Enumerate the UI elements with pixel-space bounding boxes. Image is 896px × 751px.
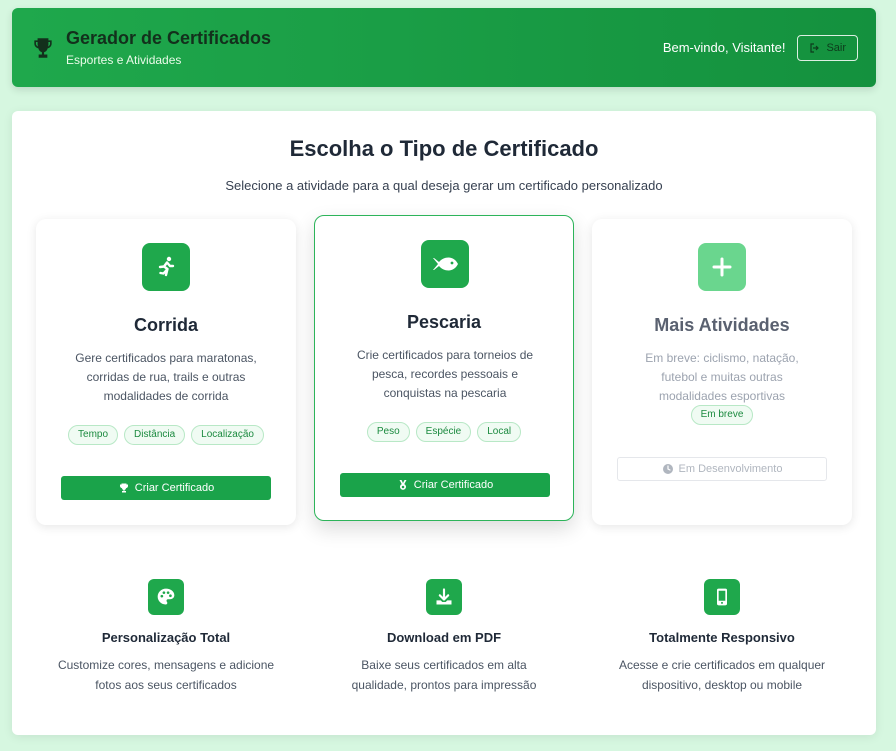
logout-button[interactable]: Sair — [797, 34, 858, 61]
card-title: Corrida — [133, 315, 198, 335]
card-title: Pescaria — [406, 312, 482, 332]
tag: Distância — [124, 425, 186, 445]
tag: Peso — [366, 422, 410, 442]
plus-icon — [712, 257, 732, 277]
page-title: Escolha o Tipo de Certificado — [289, 136, 599, 161]
trophy-icon — [34, 37, 52, 58]
status-badge: Em breve — [690, 405, 754, 425]
feature-title: Personalização Total — [101, 630, 231, 645]
feature-description: Customize cores, mensagens e adicione fo… — [57, 658, 275, 692]
download-icon — [436, 588, 452, 605]
card-icon-box — [142, 243, 190, 291]
card-description: Em breve: ciclismo, natação, futebol e m… — [645, 351, 799, 403]
palette-icon — [157, 588, 175, 605]
fish-icon — [433, 257, 458, 271]
clock-icon — [662, 464, 673, 474]
feature-icon-box — [148, 579, 184, 615]
app-subtitle: Esportes e Atividades — [66, 53, 182, 67]
card-pescaria: Pescaria Crie certificados para torneios… — [314, 215, 574, 521]
tag: Espécie — [415, 422, 472, 442]
tag: Localização — [191, 425, 264, 445]
card-title: Mais Atividades — [654, 315, 790, 335]
feature-description: Baixe seus certificados em alta qualidad… — [351, 658, 537, 692]
logout-icon — [810, 42, 820, 53]
card-tags: Em breve — [592, 405, 852, 425]
logout-label: Sair — [826, 41, 846, 54]
trophy-icon — [119, 483, 128, 493]
feature-title: Totalmente Responsivo — [649, 630, 795, 645]
button-label: Em Desenvolvimento — [678, 463, 783, 475]
feature-icon-box — [426, 579, 462, 615]
tag: Tempo — [68, 425, 119, 445]
page-subtitle: Selecione a atividade para a qual deseja… — [225, 178, 663, 193]
card-mais-atividades: Mais Atividades Em breve: ciclismo, nata… — [592, 219, 852, 525]
card-tags: Tempo Distância Localização — [36, 425, 296, 445]
running-icon — [158, 256, 175, 277]
app-title: Gerador de Certificados — [66, 28, 272, 48]
welcome-text: Bem-vindo, Visitante! — [662, 40, 786, 55]
main-panel: Escolha o Tipo de Certificado Selecione … — [12, 111, 876, 735]
brand: Gerador de Certificados Esportes e Ativi… — [30, 28, 271, 67]
feature-icon-box — [704, 579, 740, 615]
feature-title: Download em PDF — [386, 630, 502, 645]
card-corrida: Corrida Gere certificados para maratonas… — [36, 219, 296, 525]
app-header: Gerador de Certificados Esportes e Ativi… — [12, 8, 876, 87]
button-label: Criar Certificado — [413, 479, 494, 491]
create-certificate-pescaria-button[interactable]: Criar Certificado — [340, 473, 550, 497]
card-icon-box — [421, 240, 469, 288]
in-development-button: Em Desenvolvimento — [617, 457, 827, 481]
card-tags: Peso Espécie Local — [315, 422, 573, 442]
mobile-icon — [717, 588, 727, 606]
button-label: Criar Certificado — [134, 482, 215, 494]
create-certificate-corrida-button[interactable]: Criar Certificado — [61, 476, 271, 500]
card-icon-box — [698, 243, 746, 291]
card-description: Crie certificados para torneios de pesca… — [356, 348, 534, 400]
medal-icon — [399, 480, 407, 490]
feature-description: Acesse e crie certificados em qualquer d… — [618, 658, 826, 692]
card-description: Gere certificados para maratonas, corrid… — [75, 351, 257, 403]
tag: Local — [477, 422, 522, 442]
